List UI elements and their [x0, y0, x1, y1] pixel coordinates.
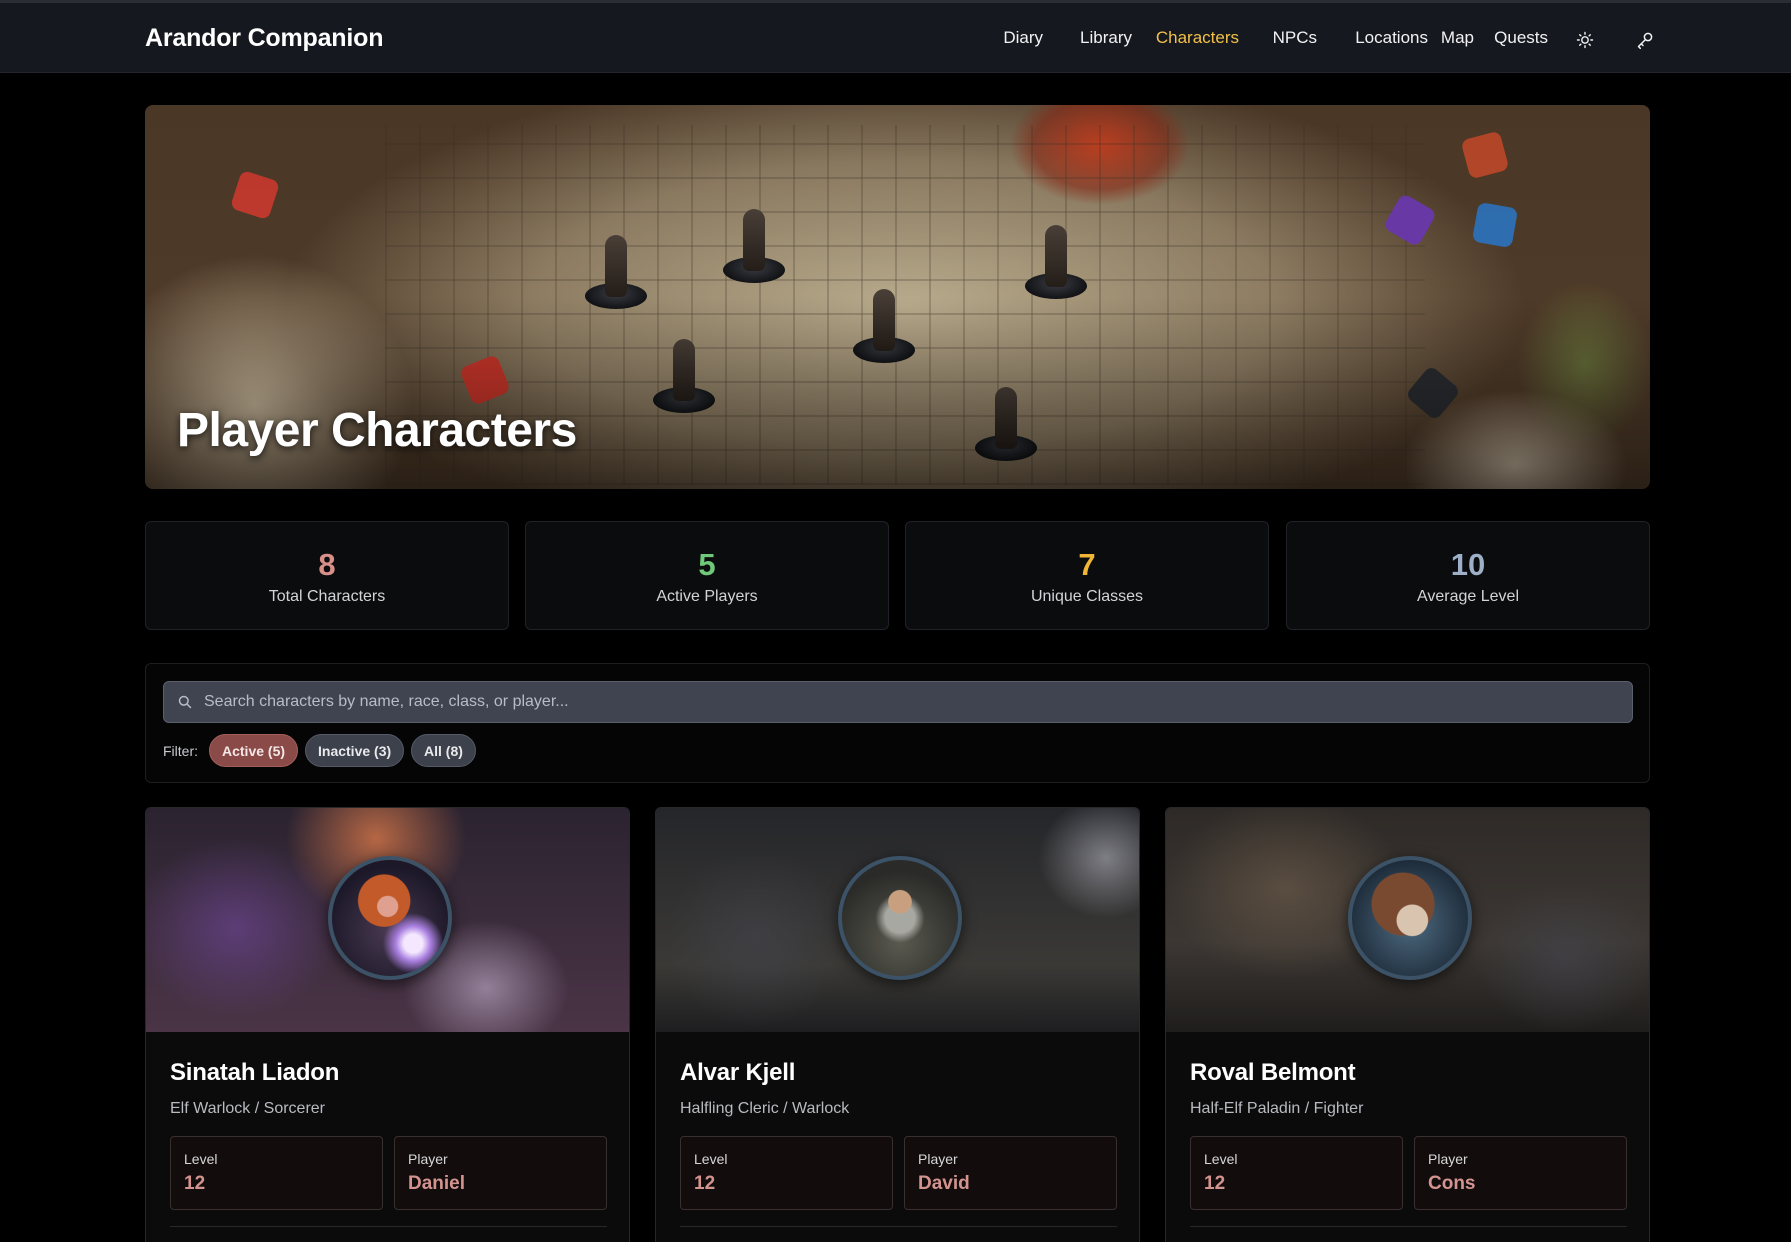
key-icon[interactable] — [1635, 30, 1655, 50]
card-divider — [680, 1226, 1117, 1227]
stat-card-average-level: 10 Average Level — [1286, 521, 1650, 630]
player-value: Daniel — [408, 1173, 466, 1194]
nav-item-map[interactable]: Map — [1441, 28, 1474, 48]
search-icon — [177, 694, 193, 710]
character-card[interactable]: Sinatah Liadon Elf Warlock / Sorcerer Le… — [145, 807, 630, 1242]
search-box[interactable] — [163, 681, 1633, 723]
stat-label: Active Players — [656, 588, 758, 605]
level-value: 12 — [694, 1173, 716, 1194]
stat-value: 10 — [1450, 547, 1486, 582]
character-card[interactable]: Alvar Kjell Halfling Cleric / Warlock Le… — [655, 807, 1140, 1242]
nav-item-library[interactable]: Library — [1080, 28, 1132, 48]
character-card[interactable]: Roval Belmont Half-Elf Paladin / Fighter… — [1165, 807, 1650, 1242]
filter-label: Filter: — [163, 743, 198, 759]
avatar — [1348, 856, 1472, 980]
character-name: Roval Belmont — [1190, 1059, 1356, 1086]
nav-item-diary[interactable]: Diary — [1003, 28, 1043, 48]
stat-label: Average Level — [1417, 588, 1519, 605]
filter-chip-active[interactable]: Active (5) — [209, 734, 299, 767]
player-box: Player David — [904, 1136, 1117, 1210]
level-value: 12 — [1204, 1173, 1226, 1194]
level-box: Level 12 — [170, 1136, 383, 1210]
filter-chip-inactive[interactable]: Inactive (3) — [305, 734, 405, 767]
player-value: David — [918, 1173, 970, 1194]
level-label: Level — [184, 1151, 218, 1167]
stat-value: 7 — [1078, 547, 1096, 582]
card-divider — [170, 1226, 607, 1227]
stat-card-active-players: 5 Active Players — [525, 521, 889, 630]
stat-label: Unique Classes — [1030, 588, 1144, 605]
nav-item-npcs[interactable]: NPCs — [1273, 28, 1317, 48]
stat-value: 8 — [318, 547, 336, 582]
level-label: Level — [694, 1151, 728, 1167]
player-label: Player — [408, 1151, 448, 1167]
nav-item-locations[interactable]: Locations — [1355, 28, 1428, 48]
stat-label: Total Characters — [268, 588, 386, 605]
stat-card-unique-classes: 7 Unique Classes — [905, 521, 1269, 630]
character-race-class: Halfling Cleric / Warlock — [680, 1100, 850, 1117]
stat-card-total-characters: 8 Total Characters — [145, 521, 509, 630]
nav-item-quests[interactable]: Quests — [1494, 28, 1548, 48]
avatar — [328, 856, 452, 980]
player-value: Cons — [1428, 1173, 1476, 1194]
stat-value: 5 — [698, 547, 716, 582]
page-title: Player Characters — [177, 404, 577, 457]
app-title[interactable]: Arandor Companion — [145, 24, 383, 53]
character-name: Sinatah Liadon — [170, 1059, 340, 1086]
player-box: Player Daniel — [394, 1136, 607, 1210]
player-label: Player — [918, 1151, 958, 1167]
filter-chip-all[interactable]: All (8) — [411, 734, 476, 767]
player-box: Player Cons — [1414, 1136, 1627, 1210]
sun-icon[interactable] — [1575, 30, 1595, 50]
search-filter-panel: Filter: Active (5) Inactive (3) All (8) — [145, 663, 1650, 783]
level-box: Level 12 — [680, 1136, 893, 1210]
search-input[interactable] — [204, 682, 1624, 722]
hero-banner: Player Characters — [145, 105, 1650, 489]
avatar — [838, 856, 962, 980]
character-race-class: Elf Warlock / Sorcerer — [170, 1100, 325, 1117]
player-label: Player — [1428, 1151, 1468, 1167]
card-divider — [1190, 1226, 1627, 1227]
character-name: Alvar Kjell — [680, 1059, 796, 1086]
level-box: Level 12 — [1190, 1136, 1403, 1210]
level-value: 12 — [184, 1173, 206, 1194]
top-navigation-bar: Arandor Companion Diary Library Characte… — [0, 0, 1791, 73]
level-label: Level — [1204, 1151, 1238, 1167]
character-race-class: Half-Elf Paladin / Fighter — [1190, 1100, 1364, 1117]
nav-item-characters[interactable]: Characters — [1156, 28, 1239, 48]
